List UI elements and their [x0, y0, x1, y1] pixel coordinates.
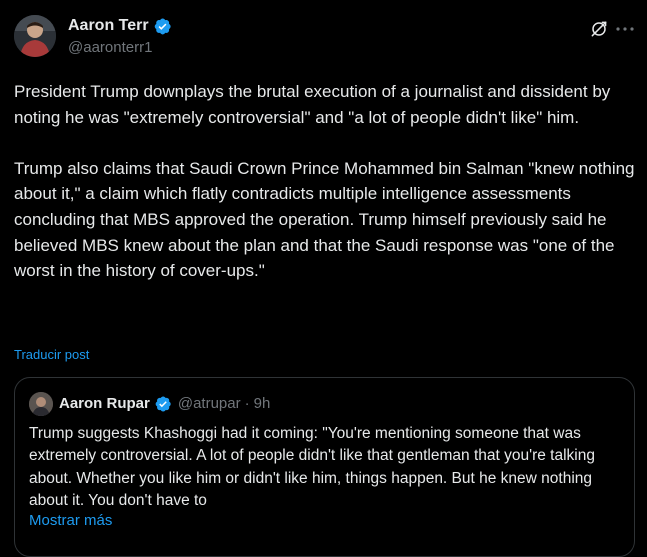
- grok-icon[interactable]: [589, 19, 609, 39]
- quoted-author-name[interactable]: Aaron Rupar: [59, 393, 150, 415]
- author-name[interactable]: Aaron Terr: [68, 15, 149, 37]
- tweet-text: President Trump downplays the brutal exe…: [14, 82, 635, 281]
- more-options-icon[interactable]: [614, 19, 636, 39]
- show-more-link[interactable]: Mostrar más: [29, 510, 112, 532]
- quoted-verified-badge-icon: [155, 396, 171, 412]
- quoted-author-avatar[interactable]: [29, 392, 53, 416]
- quoted-tweet-text: Trump suggests Khashoggi had it coming: …: [29, 425, 595, 509]
- verified-badge-icon: [154, 18, 171, 34]
- separator-dot: ·: [244, 395, 250, 412]
- quoted-timestamp[interactable]: 9h: [254, 393, 271, 415]
- author-handle[interactable]: @aaronterr1: [68, 38, 152, 58]
- quoted-tweet-card[interactable]: Aaron Rupar @atrupar · 9h Trump suggests…: [14, 377, 635, 557]
- translate-post-link[interactable]: Traducir post: [14, 346, 89, 364]
- quoted-author-handle[interactable]: @atrupar: [178, 393, 241, 415]
- author-avatar[interactable]: [14, 15, 56, 57]
